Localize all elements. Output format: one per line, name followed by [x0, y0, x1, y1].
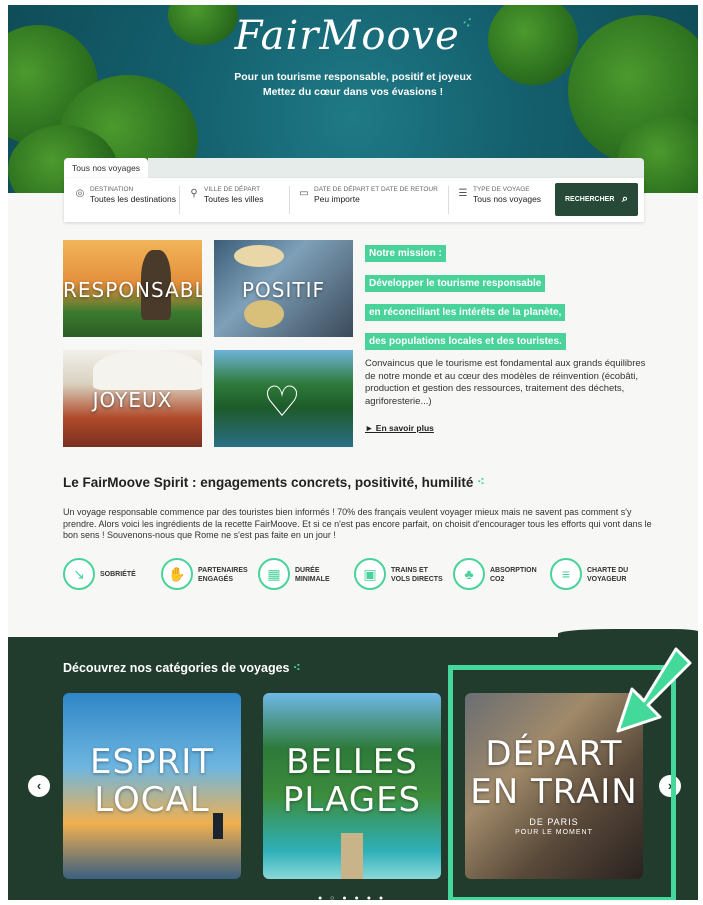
handshake-icon: ✋	[161, 558, 193, 590]
mission-highlight: Développer le tourisme responsable	[365, 275, 546, 292]
tile-responsable[interactable]: RESPONSABLE	[63, 240, 202, 337]
search-button-label: RECHERCHER	[565, 196, 615, 203]
bowl-shape	[244, 300, 284, 328]
feature-label: CHARTE DU VOYAGEUR	[587, 567, 629, 583]
feature-label: SOBRIÉTÉ	[100, 571, 136, 578]
train-icon: ▣	[354, 558, 386, 590]
category-card-belles-plages[interactable]: BELLES PLAGES	[263, 693, 441, 879]
tile-joyeux[interactable]: JOYEUX	[63, 350, 202, 447]
tab-all-trips[interactable]: Tous nos voyages	[64, 158, 148, 178]
tile-label: POSITIF	[241, 278, 325, 302]
categories-title-text: Découvrez nos catégories de voyages	[63, 661, 290, 675]
field-value: Peu importe	[314, 194, 360, 204]
spirit-title-text: Le FairMoove Spirit : engagements concre…	[63, 475, 474, 490]
field-label: TYPE DE VOYAGE	[473, 186, 530, 193]
field-label: DATE DE DÉPART ET DATE DE RETOUR	[314, 186, 438, 193]
divider	[179, 186, 180, 214]
tree-icon: ♣	[453, 558, 485, 590]
mission-highlight: en réconciliant les intérêts de la planè…	[365, 304, 566, 321]
mission-highlight: des populations locales et des touristes…	[365, 333, 566, 350]
annotation-arrow-icon	[616, 647, 692, 733]
hero-tagline: Pour un tourisme responsable, positif et…	[234, 71, 472, 83]
map-pin-icon: ⚲	[190, 188, 198, 199]
search-icon: ⌕	[621, 193, 628, 205]
trip-type-field[interactable]: ☰ TYPE DE VOYAGE Tous nos voyages	[457, 186, 552, 216]
categories-title: Découvrez nos catégories de voyages ⁖	[63, 661, 301, 675]
tile-label: RESPONSABLE	[63, 278, 202, 302]
mission-heading: Notre mission :	[365, 245, 446, 262]
globe-icon: ◎	[75, 188, 85, 199]
sobriety-icon: ↘	[63, 558, 95, 590]
fairmoove-logo[interactable]: FairMoove⁖	[8, 13, 698, 59]
hat-shape	[234, 245, 284, 267]
feature-label: ABSORPTION CO2	[490, 567, 537, 583]
field-label: DESTINATION	[90, 186, 134, 193]
heart-icon: ♡	[263, 378, 301, 425]
field-value: Tous nos voyages	[473, 194, 542, 204]
divider	[289, 186, 290, 214]
search-tab-bar	[148, 158, 644, 178]
tile-positif[interactable]: POSITIF	[214, 240, 353, 337]
destination-field[interactable]: ◎ DESTINATION Toutes les destinations	[74, 186, 176, 216]
departure-city-field[interactable]: ⚲ VILLE DE DÉPART Toutes les villes	[188, 186, 288, 216]
jetty-shape	[341, 833, 363, 879]
tile-label: JOYEUX	[92, 388, 173, 412]
page: FairMoove⁖ Pour un tourisme responsable,…	[8, 5, 698, 900]
hero-tagline-2: Mettez du cœur dans vos évasions !	[262, 86, 444, 98]
carousel-prev-button[interactable]: ‹	[28, 775, 50, 797]
dates-field[interactable]: ▭ DATE DE DÉPART ET DATE DE RETOUR Peu i…	[298, 186, 448, 216]
document-icon: ≡	[550, 558, 582, 590]
feature-label: PARTENAIRES ENGAGÉS	[198, 567, 248, 583]
category-card-esprit-local[interactable]: ESPRIT LOCAL	[63, 693, 241, 879]
divider	[448, 186, 449, 214]
card-title-line1: BELLES	[286, 742, 418, 782]
search-bar: ◎ DESTINATION Toutes les destinations ⚲ …	[64, 178, 644, 222]
feature-label: DURÉE MINIMALE	[295, 567, 330, 583]
fisherman-silhouette	[213, 813, 223, 839]
calendar-icon: ▭	[299, 188, 309, 199]
torn-edge	[558, 629, 698, 641]
list-icon: ☰	[458, 188, 468, 199]
calendar-icon: ▦	[258, 558, 290, 590]
hat-shape	[93, 350, 202, 390]
field-label: VILLE DE DÉPART	[204, 186, 261, 193]
spirit-title: Le FairMoove Spirit : engagements concre…	[63, 475, 485, 490]
card-title-line2: PLAGES	[282, 780, 422, 820]
carousel-dots[interactable]: ● ○ ● ● ● ●	[318, 895, 386, 900]
learn-more-link[interactable]: ► En savoir plus	[365, 423, 434, 433]
spirit-description: Un voyage responsable commence par des t…	[63, 507, 652, 540]
card-title-line1: ESPRIT	[90, 742, 214, 782]
search-button[interactable]: RECHERCHER ⌕	[555, 183, 638, 216]
feature-label: TRAINS ET VOLS DIRECTS	[391, 567, 443, 583]
field-value: Toutes les destinations	[90, 194, 176, 204]
tile-heart-logo[interactable]: ♡	[214, 350, 353, 447]
mission-description: Convaincus que le tourisme est fondament…	[365, 358, 646, 407]
field-value: Toutes les villes	[204, 194, 264, 204]
